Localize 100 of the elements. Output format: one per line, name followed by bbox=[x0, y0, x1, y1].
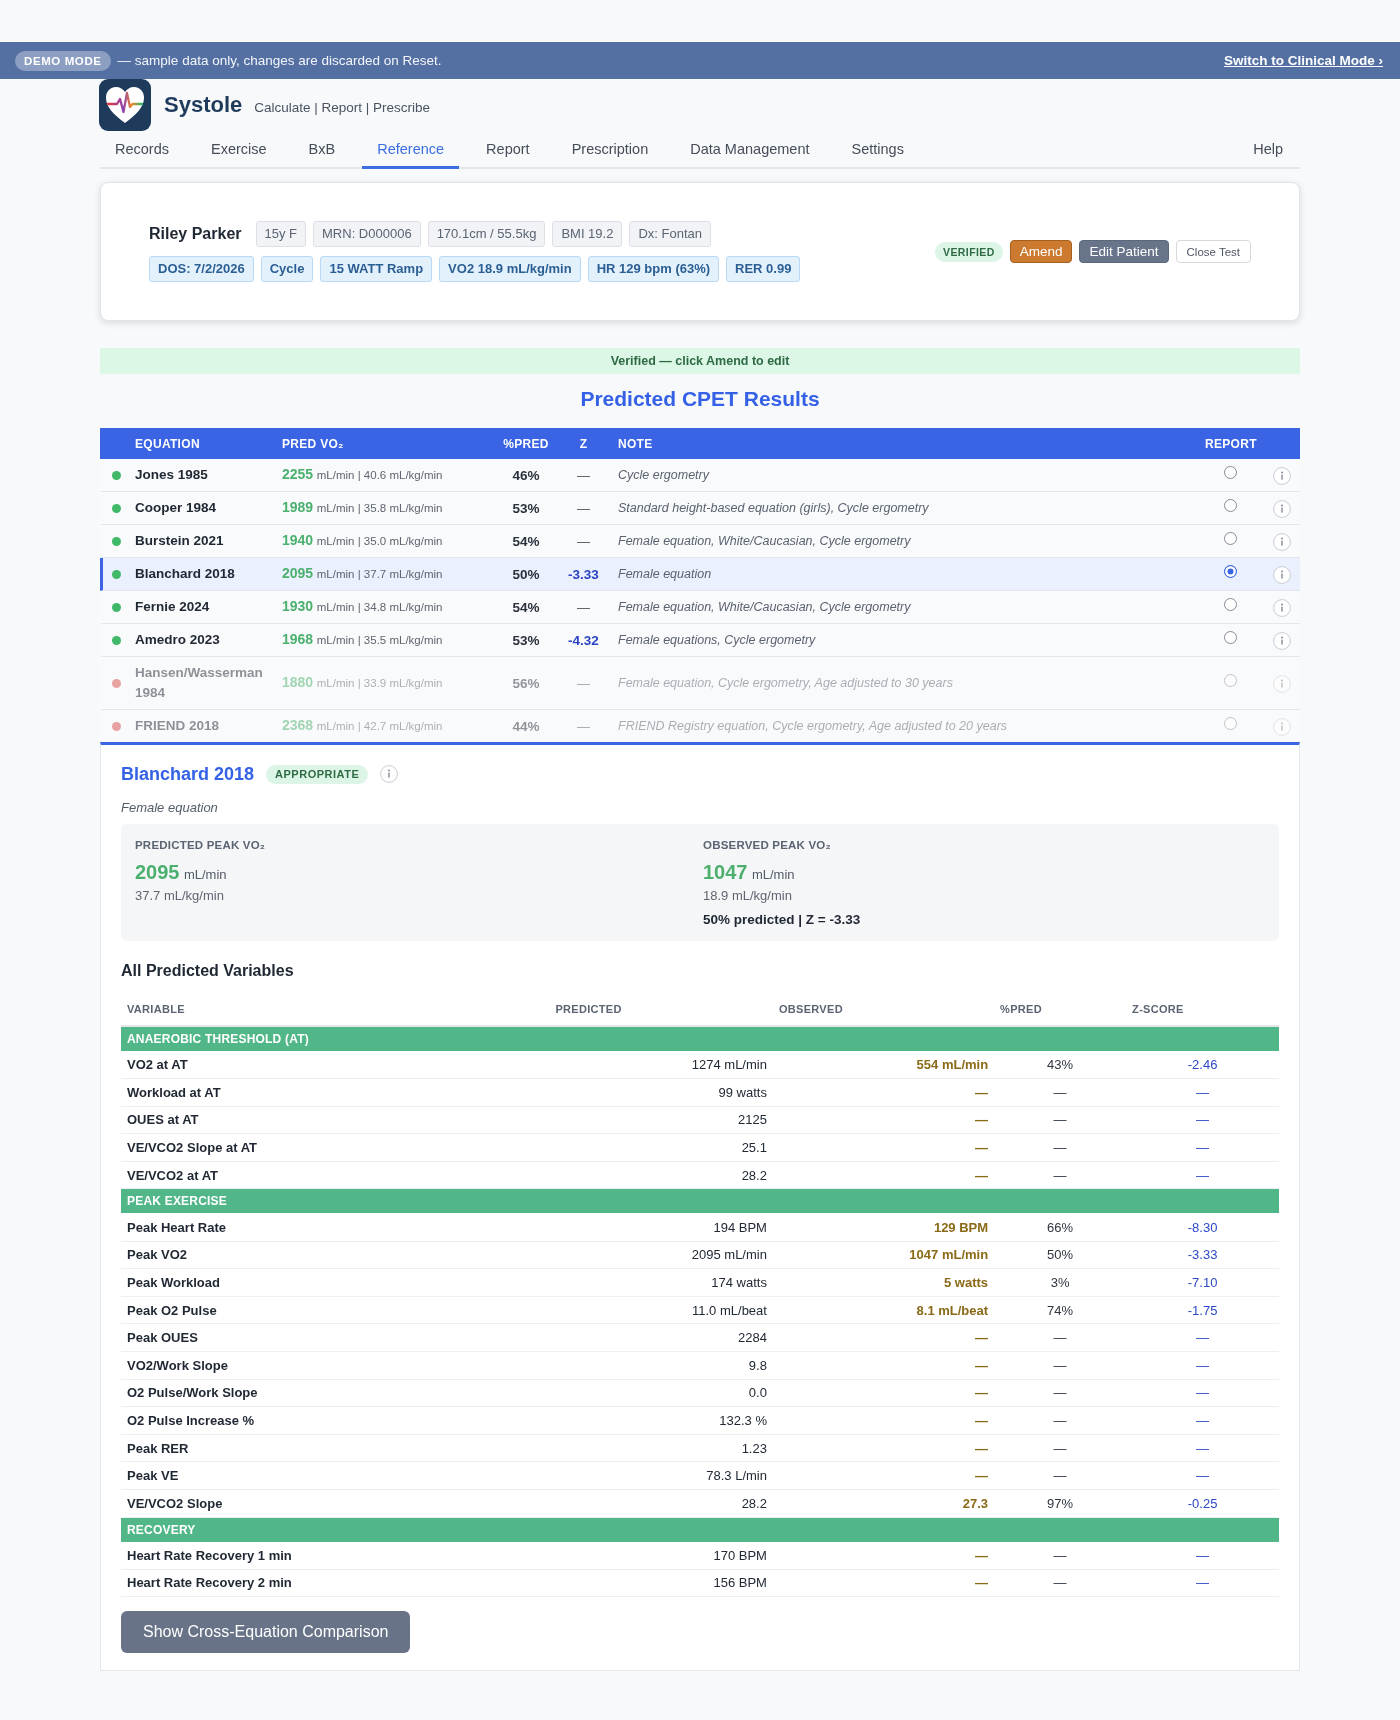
nav-tab[interactable]: Records bbox=[100, 131, 184, 169]
nav-tab[interactable]: Report bbox=[471, 131, 545, 169]
z-score: — bbox=[1196, 1385, 1210, 1401]
predicted-value: 28.2 bbox=[741, 1495, 767, 1511]
z-score: — bbox=[1196, 1112, 1210, 1128]
predicted-value: 132.3 % bbox=[719, 1412, 767, 1428]
column-header: REPORT bbox=[1205, 436, 1257, 451]
z-score: — bbox=[577, 598, 590, 617]
observed-value: — bbox=[975, 1167, 989, 1183]
clinical-mode-link[interactable]: Switch to Clinical Mode › bbox=[1224, 53, 1383, 68]
variable-name: VE/VCO2 Slope bbox=[127, 1495, 223, 1511]
patient-info-chip: Dx: Fontan bbox=[629, 221, 711, 247]
variable-name: Heart Rate Recovery 2 min bbox=[127, 1575, 292, 1591]
predicted-vo2-value: 1930 bbox=[282, 598, 314, 614]
predicted-value: 1274 mL/min bbox=[691, 1057, 767, 1073]
equation-name: Jones 1985 bbox=[135, 467, 208, 482]
predicted-value: 99 watts bbox=[718, 1084, 767, 1100]
test-info-chip: Cycle bbox=[260, 256, 314, 282]
equation-name: Cooper 1984 bbox=[135, 500, 217, 515]
z-score: — bbox=[1196, 1547, 1210, 1563]
table-row[interactable]: Blanchard 2018 2095 mL/min | 37.7 mL/kg/min 50% -3.33 Female equation bbox=[100, 558, 1300, 591]
stat-secondary: 37.7 mL/kg/min bbox=[135, 887, 225, 905]
column-header: PRED VO₂ bbox=[282, 436, 344, 451]
z-score: — bbox=[1196, 1440, 1210, 1456]
report-radio[interactable] bbox=[1224, 565, 1237, 578]
equation-note: Female equations, Cycle ergometry bbox=[618, 633, 816, 647]
predicted-value: 28.2 bbox=[741, 1167, 767, 1183]
predicted-vo2-value: 1880 bbox=[282, 674, 314, 690]
column-header: VARIABLE bbox=[127, 1003, 185, 1015]
observed-value: — bbox=[975, 1468, 989, 1484]
z-score: -8.30 bbox=[1187, 1219, 1218, 1235]
z-score: -4.32 bbox=[568, 631, 599, 650]
report-radio[interactable] bbox=[1224, 598, 1237, 611]
edit-patient-button[interactable]: Edit Patient bbox=[1079, 240, 1169, 263]
percent-predicted: 46% bbox=[512, 466, 540, 485]
app-name: Systole bbox=[164, 92, 243, 118]
percent-predicted: 50% bbox=[1047, 1247, 1074, 1263]
z-score: — bbox=[577, 499, 590, 518]
nav-tab[interactable]: Exercise bbox=[196, 131, 282, 169]
nav-tab[interactable]: BxB bbox=[293, 131, 351, 169]
variable-name: Peak OUES bbox=[127, 1330, 198, 1346]
stat-summary: 50% predicted | Z = -3.33 bbox=[703, 911, 862, 929]
info-icon[interactable] bbox=[1273, 599, 1291, 617]
results-title: Predicted CPET Results bbox=[579, 386, 821, 412]
report-radio[interactable] bbox=[1224, 631, 1237, 644]
comparison-button[interactable]: Show Cross-Equation Comparison bbox=[121, 1611, 411, 1654]
percent-predicted: — bbox=[1053, 1112, 1067, 1128]
variable-name: Workload at AT bbox=[127, 1084, 221, 1100]
info-icon[interactable] bbox=[380, 765, 399, 783]
z-score: — bbox=[577, 674, 590, 693]
column-header: Z-SCORE bbox=[1132, 1003, 1184, 1015]
report-radio[interactable] bbox=[1224, 499, 1237, 512]
z-score: -7.10 bbox=[1187, 1274, 1218, 1290]
column-header: EQUATION bbox=[135, 436, 200, 451]
report-radio[interactable] bbox=[1224, 532, 1237, 545]
percent-predicted: 54% bbox=[512, 532, 540, 551]
observed-value: 554 mL/min bbox=[916, 1057, 989, 1073]
predicted-vo2-value: 1968 bbox=[282, 631, 314, 647]
percent-predicted: — bbox=[1053, 1412, 1067, 1428]
report-radio[interactable] bbox=[1224, 466, 1237, 479]
nav-tab[interactable]: Data Management bbox=[675, 131, 825, 169]
predicted-value: 2095 mL/min bbox=[691, 1247, 767, 1263]
info-icon[interactable] bbox=[1273, 467, 1291, 485]
stat-label: OBSERVED PEAK VO₂ bbox=[703, 838, 832, 852]
observed-value: 5 watts bbox=[944, 1274, 989, 1290]
observed-value: 1047 mL/min bbox=[909, 1247, 989, 1263]
close-test-button[interactable]: Close Test bbox=[1175, 240, 1251, 263]
equation-name: Blanchard 2018 bbox=[135, 566, 235, 581]
info-icon[interactable] bbox=[1273, 566, 1291, 584]
percent-predicted: 44% bbox=[512, 717, 540, 736]
predicted-value: 156 BPM bbox=[713, 1575, 767, 1591]
info-icon[interactable] bbox=[1273, 533, 1291, 551]
variable-name: Peak VO2 bbox=[127, 1247, 187, 1263]
observed-value: — bbox=[975, 1112, 989, 1128]
section-header: RECOVERY bbox=[121, 1517, 1279, 1542]
observed-value: — bbox=[975, 1084, 989, 1100]
stat-value: 2095 bbox=[135, 861, 180, 883]
help-link[interactable]: Help bbox=[1238, 131, 1300, 169]
patient-info-chip: MRN: D000006 bbox=[313, 221, 421, 247]
column-header: Z bbox=[579, 436, 588, 451]
test-info-chip: DOS: 7/2/2026 bbox=[149, 256, 254, 282]
percent-predicted: 66% bbox=[1047, 1219, 1074, 1235]
nav-tab[interactable]: Reference bbox=[362, 131, 460, 169]
nav-tab[interactable]: Prescription bbox=[556, 131, 664, 169]
nav-tab[interactable]: Settings bbox=[836, 131, 919, 169]
section-title: All Predicted Variables bbox=[121, 961, 295, 981]
variable-name: Peak Workload bbox=[127, 1274, 220, 1290]
z-score: -3.33 bbox=[1187, 1247, 1218, 1263]
predicted-vo2-value: 1989 bbox=[282, 499, 314, 515]
z-score: -1.75 bbox=[1187, 1302, 1218, 1318]
info-icon[interactable] bbox=[1273, 632, 1291, 650]
percent-predicted: — bbox=[1053, 1357, 1067, 1373]
percent-predicted: 43% bbox=[1047, 1057, 1074, 1073]
predicted-value: 0.0 bbox=[748, 1385, 767, 1401]
info-icon[interactable] bbox=[1273, 500, 1291, 518]
predicted-vo2-detail: mL/min | 33.9 mL/kg/min bbox=[316, 677, 443, 689]
z-score: — bbox=[1196, 1084, 1210, 1100]
stat-value: 1047 bbox=[703, 861, 748, 883]
patient-info-chip: 170.1cm / 55.5kg bbox=[427, 221, 546, 247]
predicted-vo2-detail: mL/min | 35.8 mL/kg/min bbox=[316, 502, 443, 514]
